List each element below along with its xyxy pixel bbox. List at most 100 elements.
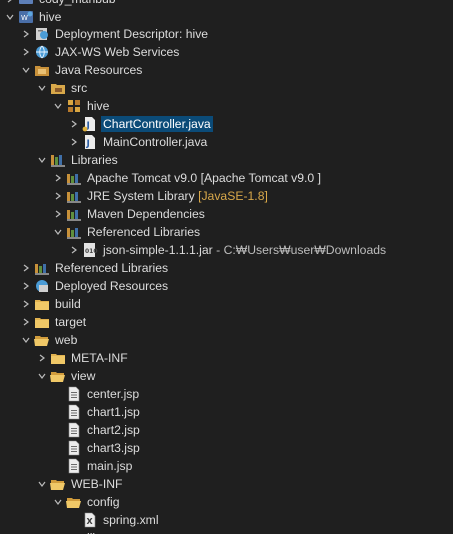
chevron-right-icon[interactable] <box>20 28 32 40</box>
chevron-down-icon[interactable] <box>4 11 16 23</box>
chevron-right-icon[interactable] <box>20 262 32 274</box>
chevron-down-icon[interactable] <box>36 154 48 166</box>
tree-item-label: build <box>55 297 81 311</box>
tree-item-label: Deployment Descriptor: hive <box>55 27 209 41</box>
tree-item-label: ChartController.java <box>101 116 213 132</box>
chevron-right-icon[interactable] <box>68 136 80 148</box>
chevron-right-icon[interactable] <box>36 352 48 364</box>
folder-icon <box>34 314 50 330</box>
library-container-icon <box>66 170 82 186</box>
folder-icon <box>66 530 82 534</box>
tree-item-java-resources[interactable]: Java Resources <box>0 61 453 79</box>
chevron-right-icon[interactable] <box>52 190 64 202</box>
tree-item-main-jsp[interactable]: main.jsp <box>0 457 453 475</box>
tree-item-jre-system-library[interactable]: JRE System Library [JavaSE-1.8] <box>0 187 453 205</box>
tree-item-label: cody_mahbub <box>37 0 118 7</box>
chevron-right-icon[interactable] <box>4 0 16 5</box>
tree-item-referenced-libraries-inner[interactable]: Referenced Libraries <box>0 223 453 241</box>
chevron-right-icon[interactable] <box>68 244 80 256</box>
tree-item-label: main.jsp <box>87 459 133 473</box>
jsp-file-icon <box>66 422 82 438</box>
tree-item-chart-controller[interactable]: J ChartController.java <box>0 115 453 133</box>
library-container-icon <box>66 224 82 240</box>
tree-item-label: Referenced Libraries <box>55 261 169 275</box>
tree-item-json-simple-jar[interactable]: 010 json-simple-1.1.1.jar - C:₩Users₩use… <box>0 241 453 259</box>
jsp-file-icon <box>66 458 82 474</box>
tree-item-cody-mahbub[interactable]: cody_mahbub <box>0 0 453 8</box>
chevron-right-icon[interactable] <box>68 118 80 130</box>
tree-item-src[interactable]: src <box>0 79 453 97</box>
tree-item-referenced-libraries[interactable]: Referenced Libraries <box>0 259 453 277</box>
tree-item-label: Deployed Resources <box>55 279 169 293</box>
chevron-right-icon[interactable] <box>20 298 32 310</box>
folder-icon <box>34 296 50 312</box>
chevron-down-icon[interactable] <box>36 370 48 382</box>
tree-item-label: chart2.jsp <box>87 423 140 437</box>
tree-item-label: Referenced Libraries <box>87 225 201 239</box>
web-services-icon <box>34 44 50 60</box>
tree-item-deployment-descriptor[interactable]: Deployment Descriptor: hive <box>0 25 453 43</box>
chevron-down-icon[interactable] <box>36 478 48 490</box>
tree-item-label: web <box>55 333 78 347</box>
tree-item-main-controller[interactable]: J MainController.java <box>0 133 453 151</box>
folder-open-icon <box>50 476 66 492</box>
tree-item-build[interactable]: build <box>0 295 453 313</box>
tree-item-chart3-jsp[interactable]: chart3.jsp <box>0 439 453 457</box>
tree-item-center-jsp[interactable]: center.jsp <box>0 385 453 403</box>
xml-file-icon: X <box>82 512 98 528</box>
chevron-right-icon[interactable] <box>20 280 32 292</box>
tree-item-web-inf[interactable]: WEB-INF <box>0 475 453 493</box>
tree-item-config[interactable]: config <box>0 493 453 511</box>
tree-item-label: view <box>71 369 96 383</box>
svg-text:010: 010 <box>85 248 98 255</box>
tree-item-package-hive[interactable]: hive <box>0 97 453 115</box>
tree-item-view[interactable]: view <box>0 367 453 385</box>
chevron-down-icon[interactable] <box>20 334 32 346</box>
tree-item-label: Apache Tomcat v9.0 [Apache Tomcat v9.0 ] <box>87 171 321 185</box>
chevron-right-icon[interactable] <box>52 172 64 184</box>
chevron-right-icon[interactable] <box>20 316 32 328</box>
tree-item-maven-dependencies[interactable]: Maven Dependencies <box>0 205 453 223</box>
tree-item-libraries[interactable]: Libraries <box>0 151 453 169</box>
tree-item-label: Java Resources <box>55 63 143 77</box>
folder-open-icon <box>66 494 82 510</box>
chevron-down-icon[interactable] <box>36 82 48 94</box>
folder-open-icon <box>34 332 50 348</box>
chevron-down-icon[interactable] <box>52 226 64 238</box>
package-icon <box>66 98 82 114</box>
jar-label-text: json-simple-1.1.1.jar <box>103 243 213 257</box>
tree-item-web[interactable]: web <box>0 331 453 349</box>
tree-item-apache-tomcat[interactable]: Apache Tomcat v9.0 [Apache Tomcat v9.0 ] <box>0 169 453 187</box>
tree-item-label: JRE System Library [JavaSE-1.8] <box>85 188 270 204</box>
tree-item-label: JAX-WS Web Services <box>55 45 180 59</box>
chevron-down-icon[interactable] <box>20 64 32 76</box>
web-project-icon: W <box>18 9 34 25</box>
tree-item-jaxws[interactable]: JAX-WS Web Services <box>0 43 453 61</box>
tree-item-deployed-resources[interactable]: Deployed Resources <box>0 277 453 295</box>
tree-item-chart2-jsp[interactable]: chart2.jsp <box>0 421 453 439</box>
tree-item-project-hive[interactable]: W hive <box>0 8 453 26</box>
svg-text:J: J <box>86 139 90 149</box>
deployment-descriptor-icon <box>34 26 50 42</box>
jsp-file-icon <box>66 404 82 420</box>
chevron-right-icon[interactable] <box>20 46 32 58</box>
tree-item-label: center.jsp <box>87 387 140 401</box>
chevron-down-icon[interactable] <box>52 100 64 112</box>
tree-item-meta-inf[interactable]: META-INF <box>0 349 453 367</box>
folder-open-icon <box>50 368 66 384</box>
tree-item-label: json-simple-1.1.1.jar - C:₩Users₩user₩Do… <box>101 242 388 258</box>
tree-item-label: config <box>87 495 120 509</box>
tree-item-target[interactable]: target <box>0 313 453 331</box>
tree-item-label: Maven Dependencies <box>87 207 205 221</box>
jre-version-decoration: [JavaSE-1.8] <box>198 189 268 203</box>
tree-item-lib[interactable]: lib <box>0 529 453 534</box>
chevron-down-icon[interactable] <box>52 496 64 508</box>
svg-text:W: W <box>21 14 28 22</box>
chevron-right-icon[interactable] <box>52 208 64 220</box>
tree-item-chart1-jsp[interactable]: chart1.jsp <box>0 403 453 421</box>
tree-item-label: hive <box>39 10 62 24</box>
tree-item-spring-xml[interactable]: X spring.xml <box>0 511 453 529</box>
